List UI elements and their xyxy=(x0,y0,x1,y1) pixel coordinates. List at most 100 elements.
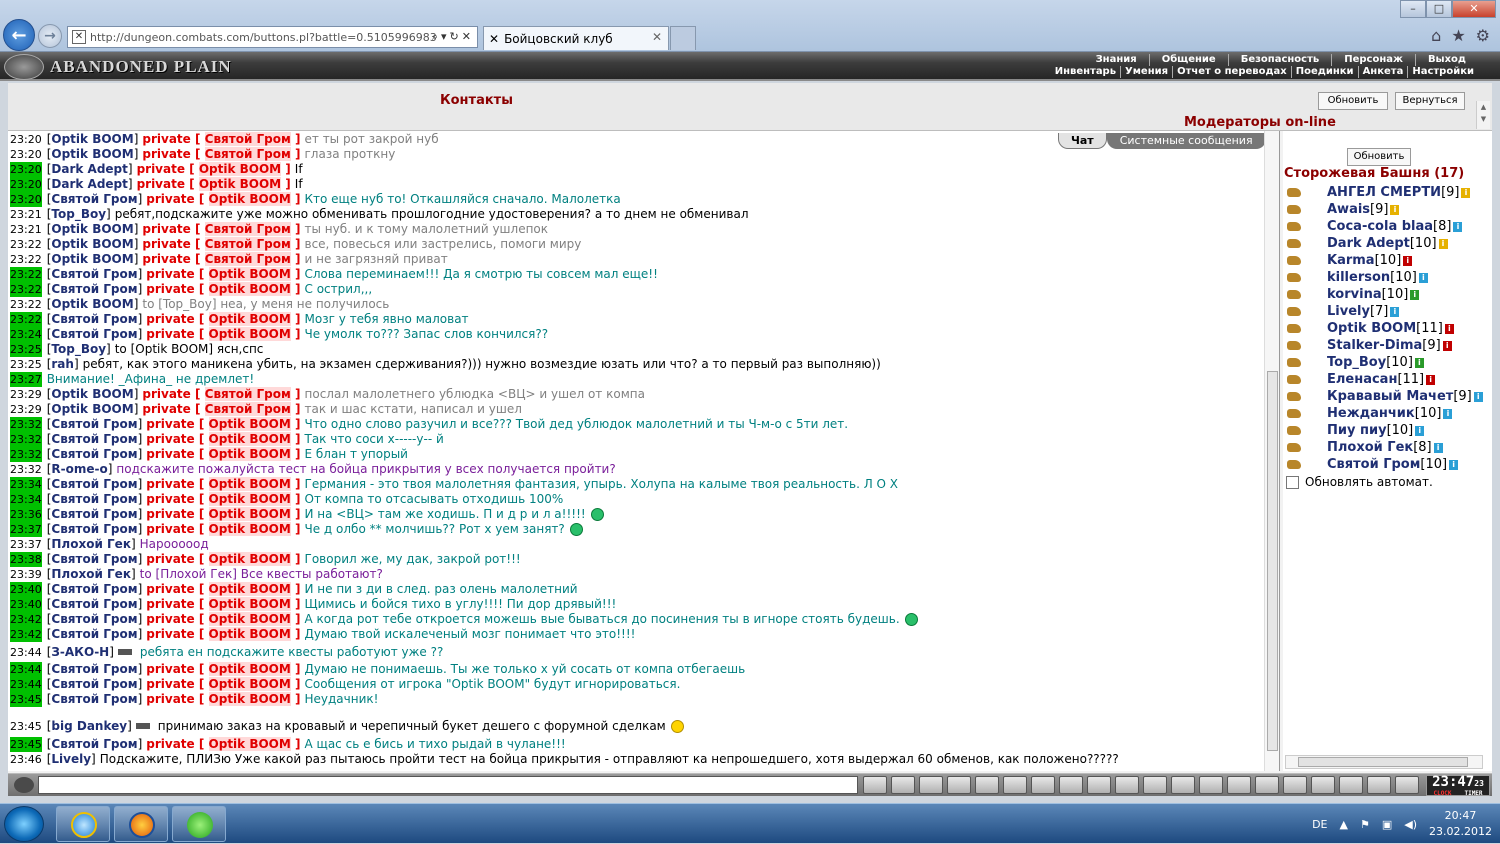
private-recipient[interactable]: Святой Гром xyxy=(204,252,291,266)
private-recipient[interactable]: Optik BOOM xyxy=(208,522,291,536)
network-icon[interactable]: ▣ xyxy=(1382,818,1392,831)
info-icon[interactable]: i xyxy=(1442,340,1452,351)
message-author[interactable]: [Святой Гром] xyxy=(47,597,143,612)
private-tag[interactable]: private [ Optik BOOM ] xyxy=(146,417,301,432)
message-author[interactable]: [Святой Гром] xyxy=(47,267,143,282)
message-author[interactable]: [Святой Гром] xyxy=(47,662,143,677)
chat-action-icon[interactable] xyxy=(919,776,943,794)
author-name[interactable]: Top_Boy xyxy=(51,207,106,221)
message-author[interactable]: [Плохой Гек] xyxy=(47,567,136,582)
chat-action-icon[interactable] xyxy=(1199,776,1223,794)
author-name[interactable]: Святой Гром xyxy=(51,417,137,431)
info-icon[interactable]: i xyxy=(1418,272,1428,283)
moderator-name[interactable]: killerson xyxy=(1327,270,1390,285)
message-author[interactable]: [Святой Гром] xyxy=(47,522,143,537)
tray-clock[interactable]: 20:47 23.02.2012 xyxy=(1429,808,1492,840)
private-tag[interactable]: private [ Optik BOOM ] xyxy=(146,192,301,207)
author-name[interactable]: З-АКО-Н xyxy=(51,645,109,659)
chat-action-icon[interactable] xyxy=(947,776,971,794)
info-icon[interactable]: i xyxy=(1443,408,1453,419)
private-recipient[interactable]: Святой Гром xyxy=(204,237,291,251)
chat-action-icon[interactable] xyxy=(1115,776,1139,794)
author-name[interactable]: Святой Гром xyxy=(51,627,137,641)
private-tag[interactable]: private [ Optik BOOM ] xyxy=(146,692,301,707)
private-recipient[interactable]: Optik BOOM xyxy=(208,192,291,206)
author-name[interactable]: Святой Гром xyxy=(51,522,137,536)
message-author[interactable]: [Optik BOOM] xyxy=(47,222,139,237)
private-tag[interactable]: private [ Optik BOOM ] xyxy=(146,737,301,752)
message-author[interactable]: [Dark Adept] xyxy=(47,177,133,192)
moderator-name[interactable]: Крававый Мачет xyxy=(1327,389,1453,404)
author-name[interactable]: Optik BOOM xyxy=(51,387,133,401)
author-name[interactable]: Святой Гром xyxy=(51,492,137,506)
message-author[interactable]: [Святой Гром] xyxy=(47,612,143,627)
private-recipient[interactable]: Optik BOOM xyxy=(208,492,291,506)
info-icon[interactable]: i xyxy=(1449,459,1459,470)
moderator-item[interactable]: Еленасан [11] i xyxy=(1285,371,1485,388)
chat-action-icon[interactable] xyxy=(1143,776,1167,794)
moderator-item[interactable]: Святой Гром [10] i xyxy=(1285,456,1485,473)
private-tag[interactable]: private [ Optik BOOM ] xyxy=(146,477,301,492)
moderator-item[interactable]: Нежданчик [10] i xyxy=(1285,405,1485,422)
private-recipient[interactable]: Optik BOOM xyxy=(208,327,291,341)
menu-item[interactable]: Общение xyxy=(1148,54,1228,66)
moderator-name[interactable]: Плохой Гек xyxy=(1327,440,1413,455)
author-name[interactable]: Святой Гром xyxy=(51,552,137,566)
author-name[interactable]: Optik BOOM xyxy=(51,297,133,311)
moderator-name[interactable]: Optik BOOM xyxy=(1327,321,1416,336)
private-recipient[interactable]: Святой Гром xyxy=(204,402,291,416)
message-author[interactable]: [Святой Гром] xyxy=(47,417,143,432)
private-recipient[interactable]: Optik BOOM xyxy=(198,162,282,176)
private-tag[interactable]: private [ Святой Гром ] xyxy=(142,132,301,147)
private-recipient[interactable]: Optik BOOM xyxy=(208,267,291,281)
moderator-name[interactable]: Awais xyxy=(1327,202,1370,217)
private-recipient[interactable]: Optik BOOM xyxy=(208,677,291,691)
info-icon[interactable]: i xyxy=(1453,221,1463,232)
author-name[interactable]: big Dankey xyxy=(51,719,127,733)
message-author[interactable]: [Святой Гром] xyxy=(47,552,143,567)
chat-scrollbar[interactable] xyxy=(1264,131,1279,771)
refresh-button[interactable]: Обновить xyxy=(1318,92,1388,110)
message-author[interactable]: [Святой Гром] xyxy=(47,192,143,207)
author-name[interactable]: Dark Adept xyxy=(51,162,127,176)
info-icon[interactable]: i xyxy=(1438,238,1448,249)
chat-action-icon[interactable] xyxy=(1227,776,1251,794)
chat-action-icon[interactable] xyxy=(1283,776,1307,794)
volume-icon[interactable]: ◀) xyxy=(1404,818,1417,831)
author-name[interactable]: Optik BOOM xyxy=(51,132,133,146)
author-name[interactable]: Lively xyxy=(51,752,91,766)
moderator-name[interactable]: Top_Boy xyxy=(1327,355,1386,370)
info-icon[interactable]: i xyxy=(1390,204,1400,215)
moderator-name[interactable]: Нежданчик xyxy=(1327,406,1415,421)
private-tag[interactable]: private [ Optik BOOM ] xyxy=(146,507,301,522)
chat-scrollbar-thumb[interactable] xyxy=(1267,371,1278,751)
private-recipient[interactable]: Optik BOOM xyxy=(208,552,291,566)
private-recipient[interactable]: Святой Гром xyxy=(204,387,291,401)
settings-gear-icon[interactable]: ⚙ xyxy=(1476,26,1490,45)
author-name[interactable]: Святой Гром xyxy=(51,282,137,296)
moderator-name[interactable]: Karma xyxy=(1327,253,1375,268)
forward-button[interactable]: → xyxy=(38,24,62,48)
message-author[interactable]: [Святой Гром] xyxy=(47,432,143,447)
private-tag[interactable]: private [ Святой Гром ] xyxy=(142,402,301,417)
message-author[interactable]: [Optik BOOM] xyxy=(47,252,139,267)
chat-action-icon[interactable] xyxy=(975,776,999,794)
message-author[interactable]: [Святой Гром] xyxy=(47,677,143,692)
message-author[interactable]: [Святой Гром] xyxy=(47,737,143,752)
private-tag[interactable]: private [ Optik BOOM ] xyxy=(146,677,301,692)
private-recipient[interactable]: Optik BOOM xyxy=(208,432,291,446)
moderator-item[interactable]: Крававый Мачет [9] i xyxy=(1285,388,1485,405)
moderator-item[interactable]: АНГЕЛ СМЕРТИ [9] i xyxy=(1285,184,1485,201)
moderator-item[interactable]: Karma [10] i xyxy=(1285,252,1485,269)
submenu-item[interactable]: Настройки xyxy=(1407,66,1478,78)
chat-action-icon[interactable] xyxy=(1339,776,1363,794)
language-indicator[interactable]: DE xyxy=(1312,818,1327,831)
chat-action-icon[interactable] xyxy=(863,776,887,794)
moderator-name[interactable]: korvina xyxy=(1327,287,1382,302)
private-tag[interactable]: private [ Optik BOOM ] xyxy=(146,492,301,507)
moderator-item[interactable]: killerson [10] i xyxy=(1285,269,1485,286)
top-scrollbar[interactable]: ▲ ▼ xyxy=(1476,101,1490,129)
auto-refresh-option[interactable]: Обновлять автомат. xyxy=(1286,475,1433,489)
info-icon[interactable]: i xyxy=(1473,391,1483,402)
moderator-name[interactable]: АНГЕЛ СМЕРТИ xyxy=(1327,185,1441,200)
